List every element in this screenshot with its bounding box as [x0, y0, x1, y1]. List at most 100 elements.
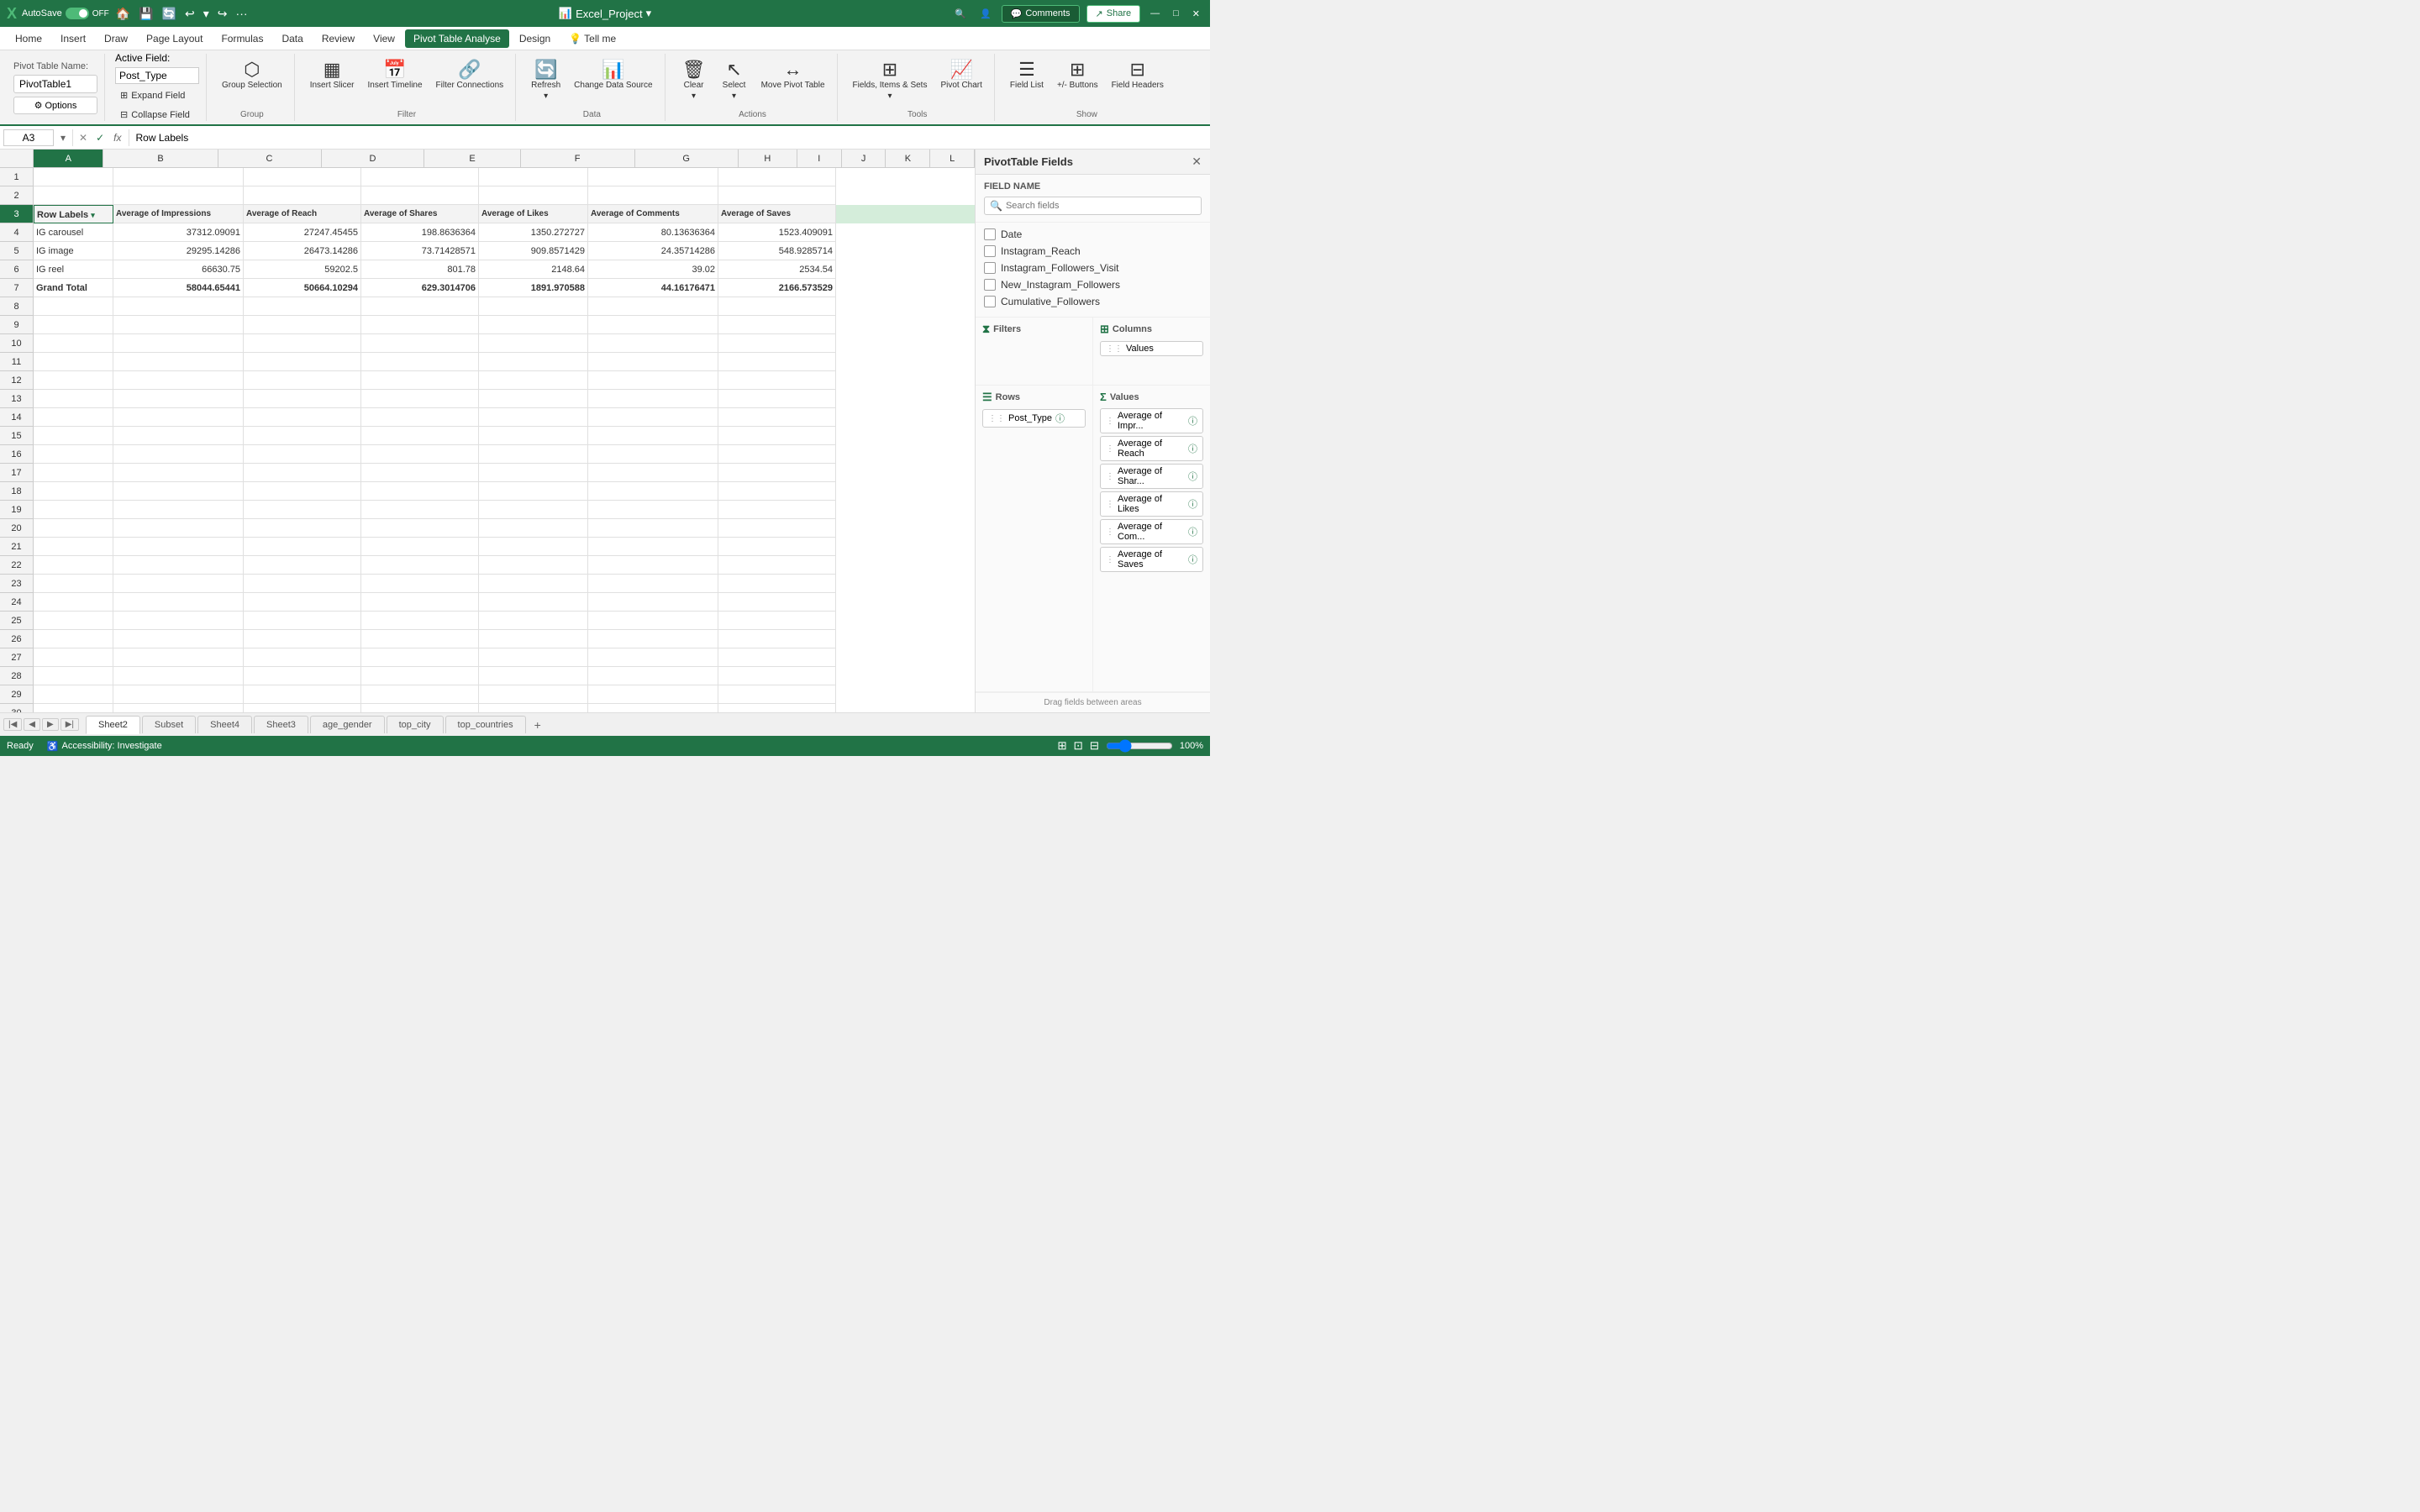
sheet-tab-subset[interactable]: Subset — [142, 716, 196, 733]
cell-A2[interactable] — [34, 186, 113, 205]
val-chip-info-6[interactable]: ⓘ — [1188, 553, 1197, 566]
confirm-formula-btn[interactable]: ✓ — [93, 132, 107, 144]
field-cumulative-checkbox[interactable] — [984, 296, 996, 307]
row-num-10[interactable]: 10 — [0, 334, 34, 353]
cell-G11[interactable] — [718, 353, 836, 371]
cell-F16[interactable] — [588, 445, 718, 464]
cell-B26[interactable] — [113, 630, 244, 648]
home-btn[interactable]: 🏠 — [114, 5, 132, 23]
menu-tell-me[interactable]: 💡 Tell me — [560, 29, 624, 48]
col-header-K[interactable]: K — [886, 150, 930, 168]
cell-F1[interactable] — [588, 168, 718, 186]
row-num-26[interactable]: 26 — [0, 630, 34, 648]
cell-A27[interactable] — [34, 648, 113, 667]
normal-view-btn[interactable]: ⊞ — [1057, 739, 1066, 753]
cell-B20[interactable] — [113, 519, 244, 538]
cell-F10[interactable] — [588, 334, 718, 353]
cell-A9[interactable] — [34, 316, 113, 334]
cell-A23[interactable] — [34, 575, 113, 593]
cell-C15[interactable] — [244, 427, 361, 445]
cell-D3[interactable]: Average of Shares — [361, 205, 479, 223]
cell-E14[interactable] — [479, 408, 588, 427]
cell-B13[interactable] — [113, 390, 244, 408]
row-num-8[interactable]: 8 — [0, 297, 34, 316]
cell-B8[interactable] — [113, 297, 244, 316]
cell-E17[interactable] — [479, 464, 588, 482]
cell-E4[interactable]: 1350.272727 — [479, 223, 588, 242]
cell-D2[interactable] — [361, 186, 479, 205]
cell-A19[interactable] — [34, 501, 113, 519]
values-chip-reach[interactable]: ⋮ Average of Reach ⓘ — [1100, 436, 1203, 461]
cell-B25[interactable] — [113, 612, 244, 630]
cell-C14[interactable] — [244, 408, 361, 427]
cell-B29[interactable] — [113, 685, 244, 704]
cell-F27[interactable] — [588, 648, 718, 667]
cell-D29[interactable] — [361, 685, 479, 704]
cell-G6[interactable]: 2534.54 — [718, 260, 836, 279]
cell-D27[interactable] — [361, 648, 479, 667]
field-search-input[interactable] — [1006, 201, 1196, 211]
cell-G20[interactable] — [718, 519, 836, 538]
cell-A25[interactable] — [34, 612, 113, 630]
cell-D4[interactable]: 198.8636364 — [361, 223, 479, 242]
row-num-13[interactable]: 13 — [0, 390, 34, 408]
field-new-followers-checkbox[interactable] — [984, 279, 996, 291]
cell-E21[interactable] — [479, 538, 588, 556]
values-chip-likes[interactable]: ⋮ Average of Likes ⓘ — [1100, 491, 1203, 517]
cell-B3[interactable]: Average of Impressions — [113, 205, 244, 223]
row-num-28[interactable]: 28 — [0, 667, 34, 685]
values-chip-saves[interactable]: ⋮ Average of Saves ⓘ — [1100, 547, 1203, 572]
values-chip-shares[interactable]: ⋮ Average of Shar... ⓘ — [1100, 464, 1203, 489]
field-list-btn[interactable]: ☰ Field List — [1005, 57, 1049, 93]
cell-G30[interactable] — [718, 704, 836, 712]
cell-A24[interactable] — [34, 593, 113, 612]
minimize-btn[interactable]: — — [1147, 7, 1163, 20]
cell-G14[interactable] — [718, 408, 836, 427]
values-chip-impressions[interactable]: ⋮ Average of Impr... ⓘ — [1100, 408, 1203, 433]
cell-C29[interactable] — [244, 685, 361, 704]
menu-design[interactable]: Design — [511, 29, 559, 48]
cell-F26[interactable] — [588, 630, 718, 648]
cell-F3[interactable]: Average of Comments — [588, 205, 718, 223]
cell-E25[interactable] — [479, 612, 588, 630]
row-num-7[interactable]: 7 — [0, 279, 34, 297]
cell-B7[interactable]: 58044.65441 — [113, 279, 244, 297]
cell-C27[interactable] — [244, 648, 361, 667]
select-dropdown[interactable]: ▾ — [732, 92, 736, 101]
cell-D20[interactable] — [361, 519, 479, 538]
cell-D22[interactable] — [361, 556, 479, 575]
cell-E11[interactable] — [479, 353, 588, 371]
cell-E12[interactable] — [479, 371, 588, 390]
col-header-D[interactable]: D — [322, 150, 425, 168]
cell-C12[interactable] — [244, 371, 361, 390]
clear-dropdown[interactable]: ▾ — [692, 92, 696, 101]
field-reach-checkbox[interactable] — [984, 245, 996, 257]
cell-E9[interactable] — [479, 316, 588, 334]
cell-A21[interactable] — [34, 538, 113, 556]
cell-A22[interactable] — [34, 556, 113, 575]
val-chip-info-2[interactable]: ⓘ — [1188, 442, 1197, 455]
cell-E20[interactable] — [479, 519, 588, 538]
cell-F19[interactable] — [588, 501, 718, 519]
cell-F14[interactable] — [588, 408, 718, 427]
row-num-29[interactable]: 29 — [0, 685, 34, 704]
cell-C19[interactable] — [244, 501, 361, 519]
cell-G10[interactable] — [718, 334, 836, 353]
cell-E3[interactable]: Average of Likes — [479, 205, 588, 223]
cell-A29[interactable] — [34, 685, 113, 704]
sheet-tab-top-city[interactable]: top_city — [387, 716, 444, 733]
cell-C6[interactable]: 59202.5 — [244, 260, 361, 279]
refresh-btn[interactable]: 🔄 Refresh ▾ — [526, 57, 566, 104]
row-num-22[interactable]: 22 — [0, 556, 34, 575]
add-sheet-btn[interactable]: + — [528, 717, 548, 733]
cell-A4[interactable]: IG carousel — [34, 223, 113, 242]
undo-btn[interactable]: ↩ — [183, 5, 197, 23]
cell-B1[interactable] — [113, 168, 244, 186]
cell-D19[interactable] — [361, 501, 479, 519]
menu-insert[interactable]: Insert — [52, 29, 94, 48]
sheet-nav-next[interactable]: ▶ — [42, 718, 59, 731]
cell-G12[interactable] — [718, 371, 836, 390]
cell-D23[interactable] — [361, 575, 479, 593]
cell-C26[interactable] — [244, 630, 361, 648]
cell-C16[interactable] — [244, 445, 361, 464]
